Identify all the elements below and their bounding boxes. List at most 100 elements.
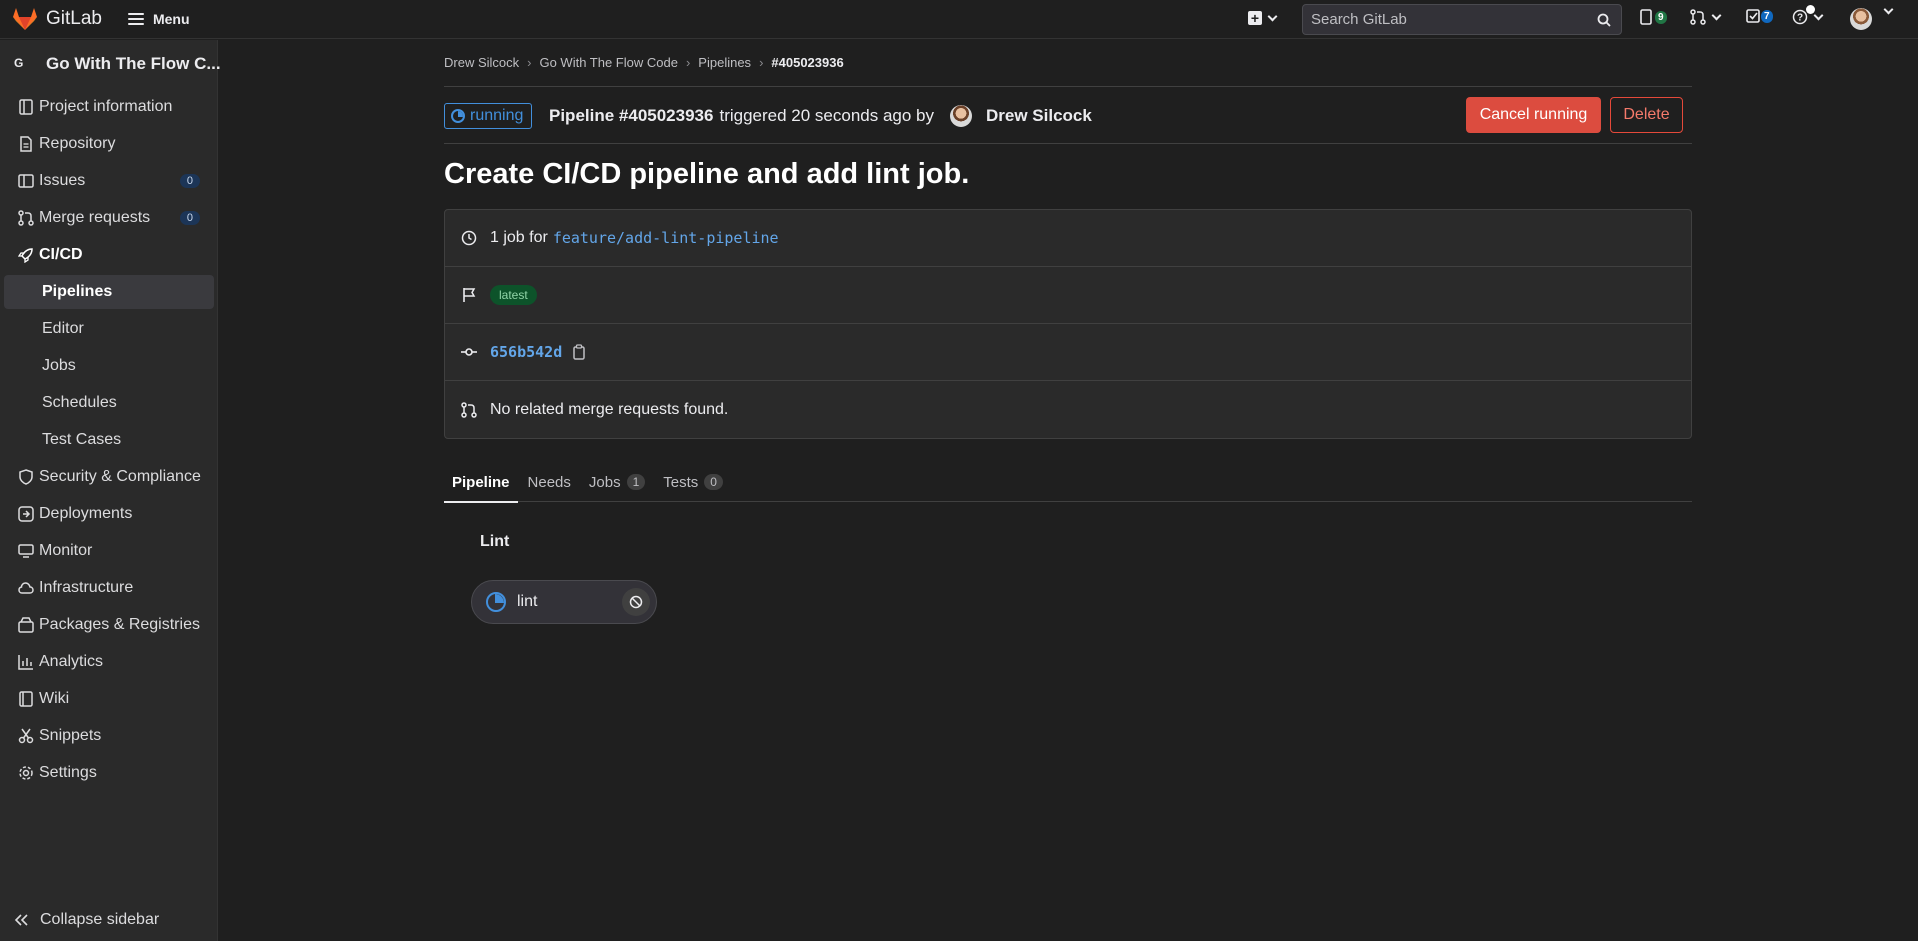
running-status-icon bbox=[451, 109, 465, 123]
issues-shortcut[interactable]: 9 bbox=[1640, 9, 1667, 25]
badges-row: latest bbox=[445, 267, 1691, 324]
status-label: running bbox=[470, 107, 524, 124]
sidebar-item-infrastructure[interactable]: Infrastructure bbox=[0, 569, 218, 606]
sidebar-item-settings[interactable]: Settings bbox=[0, 754, 218, 791]
sidebar-item-cicd[interactable]: CI/CD bbox=[0, 236, 218, 273]
sidebar-subitem-pipelines[interactable]: Pipelines bbox=[4, 275, 214, 309]
breadcrumb-item-pipelines[interactable]: Pipelines bbox=[698, 55, 751, 70]
collapse-sidebar-button[interactable]: Collapse sidebar bbox=[14, 911, 159, 929]
tab-pipeline[interactable]: Pipeline bbox=[444, 462, 518, 503]
sidebar-item-snippets[interactable]: Snippets bbox=[0, 717, 218, 754]
sidebar-item-merge-requests[interactable]: Merge requests 0 bbox=[0, 199, 218, 236]
deploy-icon bbox=[18, 505, 34, 522]
new-dropdown-button[interactable]: + bbox=[1248, 11, 1278, 25]
merge-requests-row: No related merge requests found. bbox=[445, 381, 1691, 438]
sidebar-item-packages-registries[interactable]: Packages & Registries bbox=[0, 606, 218, 643]
pipeline-tabs: Pipeline Needs Jobs 1 Tests 0 bbox=[444, 462, 1692, 503]
gitlab-logo[interactable]: GitLab bbox=[12, 7, 102, 31]
clock-icon bbox=[461, 230, 477, 246]
shield-icon bbox=[18, 468, 34, 485]
project-header[interactable]: G Go With The Flow C... bbox=[14, 54, 221, 74]
package-icon bbox=[18, 616, 34, 633]
hamburger-icon bbox=[127, 13, 144, 25]
sidebar-item-label: Deployments bbox=[39, 504, 133, 522]
project-name: Go With The Flow C... bbox=[46, 54, 221, 73]
breadcrumb-item-user[interactable]: Drew Silcock bbox=[444, 55, 519, 70]
sidebar-item-wiki[interactable]: Wiki bbox=[0, 680, 218, 717]
todos-shortcut[interactable]: 7 bbox=[1746, 9, 1773, 23]
pipeline-info-box: 1 job for feature/add-lint-pipeline late… bbox=[444, 209, 1692, 439]
sidebar-item-label: Analytics bbox=[39, 652, 104, 670]
running-status-icon bbox=[486, 592, 506, 612]
sidebar-item-label: Project information bbox=[39, 97, 173, 115]
sidebar-item-label: Issues bbox=[39, 171, 86, 189]
sidebar-item-repository[interactable]: Repository bbox=[0, 125, 218, 162]
tab-tests[interactable]: Tests 0 bbox=[655, 462, 731, 502]
triggered-by-user[interactable]: Drew Silcock bbox=[986, 106, 1092, 126]
todo-check-icon bbox=[1746, 9, 1760, 23]
sidebar-item-security-compliance[interactable]: Security & Compliance bbox=[0, 458, 218, 495]
sidebar-item-deployments[interactable]: Deployments bbox=[0, 495, 218, 532]
sidebar-subitem-jobs[interactable]: Jobs bbox=[0, 349, 218, 383]
pipeline-status-badge[interactable]: running bbox=[444, 103, 533, 129]
avatar[interactable] bbox=[950, 105, 973, 127]
merge-requests-count: 0 bbox=[179, 210, 200, 225]
flag-icon bbox=[461, 287, 477, 303]
divider bbox=[444, 143, 1692, 144]
sidebar-item-label: Settings bbox=[39, 763, 97, 781]
sidebar-subitem-label: Pipelines bbox=[42, 283, 113, 300]
tab-jobs[interactable]: Jobs 1 bbox=[581, 462, 653, 502]
commit-sha-link[interactable]: 656b542d bbox=[490, 343, 562, 361]
rocket-icon bbox=[18, 247, 34, 263]
scissors-icon bbox=[18, 728, 34, 744]
user-avatar[interactable] bbox=[1850, 8, 1872, 30]
breadcrumb-item-project[interactable]: Go With The Flow Code bbox=[539, 55, 677, 70]
chevron-down-icon bbox=[1813, 10, 1824, 20]
stage-title: Lint bbox=[480, 533, 510, 550]
svg-text:?: ? bbox=[1797, 13, 1803, 24]
sidebar-subitem-test-cases[interactable]: Test Cases bbox=[0, 423, 218, 457]
sidebar-item-label: Repository bbox=[39, 134, 116, 152]
sidebar-item-label: Security & Compliance bbox=[39, 467, 201, 485]
copy-icon[interactable] bbox=[572, 344, 586, 360]
sidebar-item-monitor[interactable]: Monitor bbox=[0, 532, 218, 569]
pipeline-name: Pipeline #405023936 bbox=[549, 106, 714, 125]
merge-request-icon bbox=[461, 401, 477, 418]
sidebar-item-issues[interactable]: Issues 0 bbox=[0, 162, 218, 199]
tab-label: Pipeline bbox=[452, 473, 510, 491]
double-chevron-left-icon bbox=[14, 914, 28, 926]
branch-link[interactable]: feature/add-lint-pipeline bbox=[553, 229, 779, 247]
plus-square-icon: + bbox=[1248, 11, 1262, 25]
cancel-running-button[interactable]: Cancel running bbox=[1466, 97, 1601, 133]
sidebar-item-label: Infrastructure bbox=[39, 578, 134, 596]
todos-count-badge: 7 bbox=[1761, 9, 1773, 23]
sidebar-item-project-information[interactable]: Project information bbox=[0, 88, 218, 125]
sidebar-item-label: Monitor bbox=[39, 541, 93, 559]
search-icon bbox=[1597, 13, 1611, 27]
page-title: Create CI/CD pipeline and add lint job. bbox=[444, 158, 970, 190]
sidebar-subitem-schedules[interactable]: Schedules bbox=[0, 386, 218, 420]
search-input[interactable]: Search GitLab bbox=[1302, 4, 1622, 35]
sidebar-item-label: CI/CD bbox=[39, 245, 83, 263]
delete-button[interactable]: Delete bbox=[1610, 97, 1683, 133]
merge-requests-shortcut[interactable] bbox=[1690, 9, 1722, 25]
user-menu-chevron[interactable] bbox=[1878, 4, 1894, 15]
sidebar-item-analytics[interactable]: Analytics bbox=[0, 643, 218, 680]
cancel-job-button[interactable] bbox=[622, 588, 650, 616]
search-placeholder: Search GitLab bbox=[1311, 11, 1407, 28]
info-icon bbox=[18, 98, 34, 115]
merge-request-icon bbox=[18, 209, 34, 226]
sidebar-subitem-editor[interactable]: Editor bbox=[0, 312, 218, 346]
mr-text: No related merge requests found. bbox=[490, 400, 729, 418]
tab-needs[interactable]: Needs bbox=[520, 462, 579, 502]
tanuki-icon bbox=[13, 8, 37, 30]
commit-row: 656b542d bbox=[445, 324, 1691, 381]
menu-button[interactable]: Menu bbox=[127, 11, 190, 27]
breadcrumb-item-current[interactable]: #405023936 bbox=[771, 55, 843, 70]
tab-label: Needs bbox=[527, 473, 571, 491]
cancel-icon bbox=[629, 595, 643, 609]
project-avatar: G bbox=[14, 56, 24, 70]
sidebar-item-label: Snippets bbox=[39, 726, 102, 744]
job-lint[interactable]: lint bbox=[471, 580, 657, 624]
sidebar-item-label: Packages & Registries bbox=[39, 615, 200, 633]
